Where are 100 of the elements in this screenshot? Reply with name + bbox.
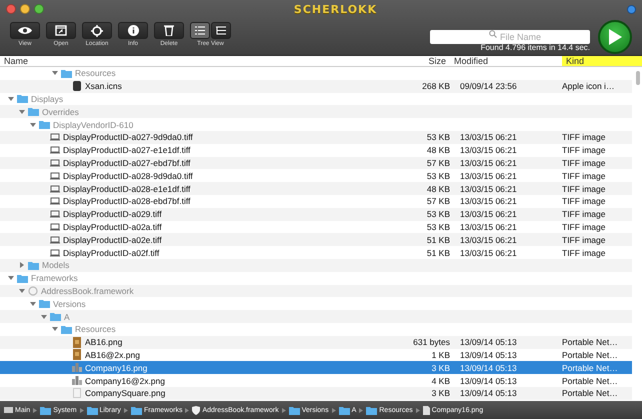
book-icon: [72, 349, 82, 360]
disclosure-triangle-icon[interactable]: [19, 262, 25, 268]
disclosure-triangle-icon[interactable]: [52, 70, 58, 76]
file-name: A: [64, 312, 70, 322]
file-modified: 13/09/14 05:13: [459, 376, 518, 386]
separator-icon: [124, 408, 128, 412]
tree-list-icon: [216, 26, 226, 35]
monitor-icon: [50, 248, 60, 257]
view-mode-button[interactable]: [190, 22, 210, 39]
file-modified: 13/03/15 06:21: [459, 234, 518, 245]
file-modified: 13/09/14 05:13: [459, 350, 518, 360]
disclosure-triangle-icon[interactable]: [41, 314, 47, 320]
toolbar-toggle-button[interactable]: [627, 4, 636, 14]
file-row[interactable]: DisplayProductID-a02e.tiff 51 KB 13/03/15 06:21 TIFF image: [0, 233, 632, 246]
file-row[interactable]: Displays: [0, 92, 632, 106]
column-header[interactable]: Kind: [562, 56, 642, 66]
column-header[interactable]: Modified: [450, 56, 562, 66]
folder-icon: [130, 406, 142, 414]
file-kind: Apple icon i…: [562, 81, 616, 92]
file-modified: 09/09/14 23:56: [459, 81, 518, 92]
folder-icon: [366, 406, 378, 414]
file-name: Displays: [31, 94, 64, 104]
search-status: Found 4.796 items in 14.4 sec.: [480, 43, 590, 52]
toolbar-button[interactable]: [10, 22, 40, 39]
disclosure-triangle-icon[interactable]: [8, 275, 14, 282]
disclosure-triangle-icon[interactable]: [52, 326, 58, 332]
disclosure-triangle-icon[interactable]: [19, 288, 25, 294]
separator-icon: [416, 408, 420, 412]
file-kind: TIFF image: [562, 234, 606, 245]
disclosure-triangle-icon[interactable]: [30, 122, 36, 128]
file-size: 4 KB: [430, 376, 450, 386]
file-size: 3 KB: [430, 388, 450, 398]
eye-icon: [18, 26, 32, 35]
column-header[interactable]: Size: [390, 56, 450, 66]
file-size: 53 KB: [426, 132, 450, 142]
file-name: DisplayProductID-a028-ebd7bf.tiff: [63, 196, 190, 206]
file-kind: TIFF image: [562, 222, 606, 232]
file-icon: [72, 388, 82, 398]
folder-icon: [338, 406, 350, 414]
file-kind: TIFF image: [562, 145, 606, 156]
file-kind: TIFF image: [562, 184, 606, 194]
column-header[interactable]: Name: [0, 56, 390, 66]
file-kind: TIFF image: [562, 158, 606, 168]
disclosure-triangle-icon[interactable]: [30, 300, 36, 307]
file-modified: 13/09/14 05:13: [459, 337, 518, 348]
toolbar-button[interactable]: [154, 22, 184, 39]
file-modified: 13/03/15 06:21: [459, 132, 518, 142]
file-kind: Portable Net…: [562, 376, 619, 386]
file-name: DisplayProductID-a027-e1e1df.tiff: [63, 145, 190, 156]
framework-icon: [28, 286, 38, 296]
file-row[interactable]: DisplayProductID-a02a.tiff 53 KB 13/03/15 06:21 TIFF image: [0, 220, 632, 234]
file-name: Models: [42, 260, 70, 270]
file-kind: Portable Net…: [562, 362, 619, 373]
book-icon: [72, 336, 82, 348]
zoom-button[interactable]: [34, 4, 44, 14]
file-size: 57 KB: [426, 158, 450, 168]
disclosure-triangle-icon[interactable]: [8, 96, 14, 102]
scrollbar-thumb[interactable]: [636, 71, 640, 85]
file-modified: 13/03/15 06:21: [459, 209, 518, 220]
file-size: 631 bytes: [412, 337, 450, 348]
monitor-icon: [50, 133, 60, 142]
file-name: Versions: [53, 298, 86, 309]
file-row[interactable]: DisplayProductID-a027-ebd7bf.tiff 57 KB 13/03/15 06:21 TIFF image: [0, 156, 632, 170]
toolbar-button[interactable]: [118, 22, 148, 39]
file-row[interactable]: AB16@2x.png 1 KB 13/09/14 05:13 Portable Net…: [0, 348, 632, 362]
file-row[interactable]: Company16.png 3 KB 13/09/14 05:13 Portable Net…: [0, 361, 632, 374]
separator-icon: [359, 408, 364, 412]
file-modified: 13/09/14 05:13: [459, 388, 518, 398]
folder-icon: [40, 406, 52, 414]
view-mode-button[interactable]: [211, 22, 231, 39]
close-button[interactable]: [6, 4, 16, 14]
file-name: AddressBook.framework: [41, 286, 134, 296]
toolbar-button[interactable]: [82, 22, 112, 39]
file-row[interactable]: Xsan.icns 268 KB 09/09/14 23:56 Apple icon i…: [0, 80, 632, 93]
file-name: AB16@2x.png: [85, 350, 140, 360]
list-icon: [195, 26, 205, 35]
separator-icon: [332, 408, 336, 412]
file-modified: 13/03/15 06:21: [459, 248, 518, 258]
file-modified: 13/03/15 06:21: [459, 222, 518, 232]
file-row[interactable]: DisplayProductID-a027-9d9da0.tiff 53 KB 13/03/15 06:21 TIFF image: [0, 130, 632, 144]
search-field[interactable]: File Name: [430, 30, 590, 44]
file-row[interactable]: CompanySquare.png 3 KB 13/09/14 05:13 Portable Net…: [0, 386, 632, 400]
file-size: 268 KB: [421, 81, 450, 92]
file-kind: Portable Net…: [562, 337, 619, 348]
file-name: Frameworks: [31, 273, 78, 284]
file-kind: Portable Net…: [562, 350, 619, 360]
file-name: Overrides: [42, 106, 79, 117]
file-row[interactable]: DisplayProductID-a029.tiff 53 KB 13/03/15 06:21 TIFF image: [0, 208, 632, 221]
file-name: Company16@2x.png: [85, 376, 165, 386]
minimize-button[interactable]: [20, 4, 30, 14]
start-search-button[interactable]: [598, 20, 632, 54]
file-row[interactable]: AB16.png 631 bytes 13/09/14 05:13 Portable Net…: [0, 336, 632, 349]
monitor-icon: [50, 236, 60, 244]
file-row[interactable]: DisplayProductID-a028-e1e1df.tiff 48 KB 13/03/15 06:21 TIFF image: [0, 182, 632, 195]
file-modified: 13/09/14 05:13: [459, 362, 518, 373]
shield-icon: [192, 406, 200, 414]
disclosure-triangle-icon[interactable]: [19, 108, 25, 115]
toolbar-button[interactable]: [46, 22, 76, 39]
file-kind: TIFF image: [562, 209, 606, 220]
file-modified: 13/03/15 06:21: [459, 145, 518, 156]
